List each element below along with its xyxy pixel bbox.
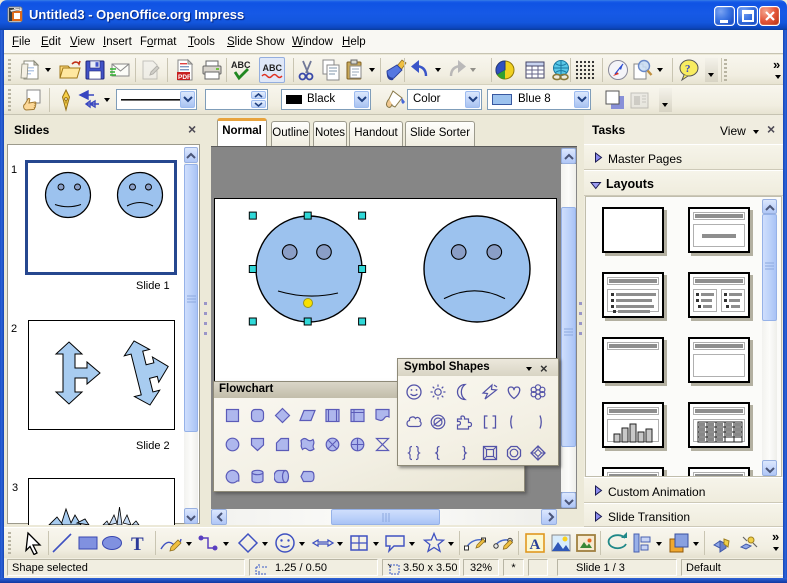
svg-text:ABC: ABC <box>263 63 283 73</box>
svg-text:ABC: ABC <box>231 60 251 70</box>
svg-text:?: ? <box>685 63 691 75</box>
svg-text:PDF: PDF <box>178 74 191 81</box>
svg-text:A: A <box>530 537 541 553</box>
svg-text:T: T <box>131 534 144 555</box>
